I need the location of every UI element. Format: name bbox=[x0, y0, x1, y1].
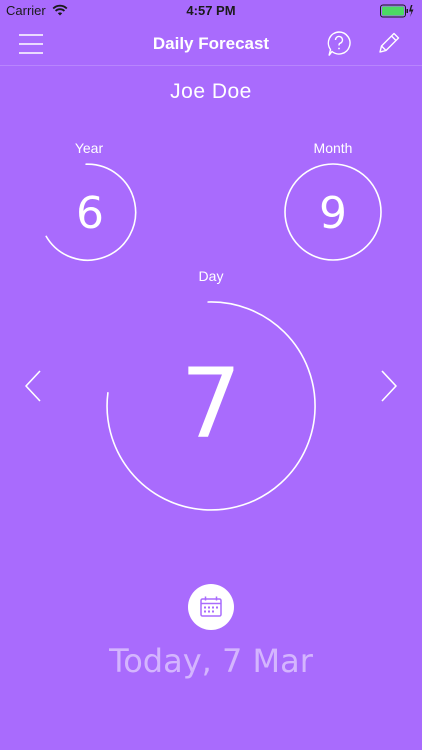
previous-day-button[interactable] bbox=[22, 368, 46, 404]
next-day-button[interactable] bbox=[376, 368, 400, 404]
chevron-left-icon bbox=[25, 370, 41, 402]
current-date: Today, 7 Mar bbox=[109, 642, 313, 680]
chevron-right-icon bbox=[381, 370, 397, 402]
day-number: 7 bbox=[180, 348, 241, 460]
day-number-svg: 7 bbox=[180, 348, 241, 460]
calendar-button[interactable] bbox=[188, 584, 234, 630]
calendar-icon bbox=[200, 596, 222, 617]
daily-forecast-screen: Carrier 4:57 PM Daily Forecast Joe Doe Y… bbox=[0, 0, 422, 750]
